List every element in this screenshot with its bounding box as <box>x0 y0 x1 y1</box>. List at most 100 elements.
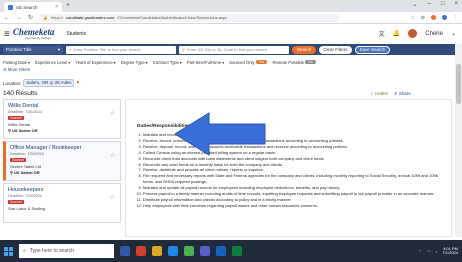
hamburger-menu-icon[interactable]: ≡ <box>4 29 10 40</box>
site-header: ≡ Chemeketa Community College Students 文… <box>0 24 462 44</box>
scrollbar-thumb[interactable] <box>456 64 461 104</box>
new-tab-icon[interactable]: + <box>66 2 70 9</box>
location-filter: Location: Salem, OR ◎ 25 miles × <box>3 79 79 87</box>
keyword-input[interactable]: ⌕ Enter Position Title to find your sear… <box>66 45 176 54</box>
filter-label: Remote Possible <box>272 59 305 65</box>
browser-tab-bar: nib Search × + ⌄ – □ × <box>0 0 462 12</box>
location-label: Location: <box>3 80 22 86</box>
job-title[interactable]: Office Manager / Bookkeeper <box>10 145 116 151</box>
chevron-down-icon[interactable]: ⌄ <box>451 30 456 37</box>
window-controls: ⌄ – □ × <box>412 1 458 8</box>
filter-posting-date[interactable]: Posting Date ▾ <box>3 60 30 65</box>
filter-contract-type[interactable]: Contract Type ▾ <box>153 60 182 65</box>
close-window-icon[interactable]: × <box>454 1 458 8</box>
avatar[interactable] <box>408 29 418 38</box>
reload-icon[interactable]: ↻ <box>28 14 33 21</box>
teams-icon[interactable] <box>200 246 210 256</box>
job-title[interactable]: Willis Dental <box>8 103 116 109</box>
menu-dots-icon[interactable]: ⋮ <box>453 15 458 21</box>
taskbar-search-input[interactable]: ⌕ Type here to search <box>19 244 114 258</box>
network-icon[interactable]: ⌃ <box>419 249 422 254</box>
file-explorer-icon[interactable] <box>152 246 162 256</box>
header-user-area: 文 🔔 Cherie ⌄ <box>379 29 456 38</box>
user-name[interactable]: Cherie <box>425 31 443 37</box>
bookmark-star-icon[interactable]: ☆ <box>410 15 414 21</box>
filter-years-experience[interactable]: Years of Experience ▾ <box>75 60 115 65</box>
taskbar-clock[interactable]: 4:01 PM 7/1/2024 <box>442 246 458 256</box>
clock-date: 7/1/2024 <box>442 250 458 255</box>
job-company: Willis Dental <box>8 122 31 127</box>
forward-icon[interactable]: → <box>16 15 22 21</box>
url-field[interactable]: 🔒 https://candidate.gradleaders.com/Chem… <box>39 13 340 22</box>
location-placeholder: Enter US City or Zip Code to find your s… <box>186 47 268 52</box>
filter-label: Sourced Only <box>229 59 255 65</box>
windows-taskbar: ⌕ Type here to search ⌃ ◠ ♪ 4:01 PM 7/1/… <box>0 240 462 262</box>
results-count: 140 Results <box>3 90 38 97</box>
windows-start-icon[interactable] <box>4 246 13 256</box>
extension-icon[interactable]: ⊕ <box>421 15 425 21</box>
filter-part-full-time[interactable]: Part-time/Full-time ▾ <box>187 60 224 65</box>
chevron-down-icon[interactable]: ⌄ <box>412 1 417 8</box>
search-icon: ⌕ <box>23 248 26 254</box>
search-button[interactable]: Search <box>292 45 317 54</box>
word-icon[interactable] <box>216 246 226 256</box>
share-label: Share <box>398 91 411 96</box>
duty-item: File required and necessary reports with… <box>143 173 446 185</box>
maximize-icon[interactable]: □ <box>441 1 445 8</box>
page-scrollbar[interactable] <box>455 44 462 237</box>
sourced-badge: Sourced <box>8 116 24 120</box>
location-chip[interactable]: Salem, OR ◎ 25 miles <box>23 79 75 87</box>
tab-close-icon[interactable]: × <box>55 4 58 10</box>
sourced-only-toggle[interactable]: Yes <box>255 60 268 64</box>
share-button[interactable]: ⇗ Share <box>394 91 411 97</box>
job-title[interactable]: Housekeepers <box>8 187 116 193</box>
hotlist-button[interactable]: ☆ Hotlist <box>370 91 388 97</box>
chemeketa-logo[interactable]: Chemeketa Community College <box>13 28 55 40</box>
excel-icon[interactable] <box>232 246 242 256</box>
volume-icon[interactable]: ♪ <box>435 249 437 254</box>
job-company: Severe Talent Ltd <box>10 164 42 169</box>
list-item[interactable]: Willis Dental Deadline: 7/26/2024 Source… <box>3 99 121 139</box>
more-filters-link[interactable]: ☰ More Filters <box>3 67 30 72</box>
remove-location-icon[interactable]: × <box>76 80 79 86</box>
job-company: Star Labor & Staffing <box>8 206 46 211</box>
task-view-icon[interactable] <box>120 246 130 256</box>
job-deadline: Deadline: 7/26/2024 <box>10 152 44 156</box>
filter-label: Degree Type <box>120 59 145 65</box>
location-input[interactable]: ⚲ Enter US City or Zip Code to find your… <box>179 45 289 54</box>
translate-icon[interactable]: 文 <box>379 29 385 38</box>
favorite-star-icon[interactable]: ☆ <box>110 110 115 117</box>
save-search-button[interactable]: Save Search <box>354 45 391 54</box>
browser-extensions: ☆ ⊕ ⋮ <box>410 14 458 21</box>
chrome-icon[interactable] <box>184 246 194 256</box>
extension-orange-icon[interactable] <box>431 14 436 20</box>
url-path: /Chemeketa/Candidates/Authenticated/Jobs… <box>117 15 228 20</box>
wifi-icon[interactable]: ◠ <box>427 249 431 254</box>
filter-row: Posting Date ▾ Experience Level ▾ Years of… <box>3 58 459 66</box>
browser-tab[interactable]: nib Search × <box>4 2 62 12</box>
app-icon-red[interactable] <box>136 246 146 256</box>
notification-bell-icon[interactable]: 🔔 <box>393 30 400 37</box>
filter-degree-type[interactable]: Degree Type ▾ <box>121 60 148 65</box>
edge-browser-icon[interactable] <box>168 246 178 256</box>
back-icon[interactable]: ← <box>4 15 10 21</box>
job-deadline: Deadline: 7/26/2024 <box>8 194 42 198</box>
favorite-star-icon[interactable]: ☆ <box>110 152 115 159</box>
list-item[interactable]: Office Manager / Bookkeeper Deadline: 7/… <box>3 141 121 181</box>
url-prefix: https:// <box>51 15 64 20</box>
keyword-placeholder: Enter Position Title to find your search <box>73 47 141 52</box>
sourced-badge: Sourced <box>10 158 26 162</box>
job-location: ⚲ US Salem OR <box>8 128 38 133</box>
remote-possible-toggle[interactable]: No <box>305 60 316 64</box>
minimize-icon[interactable]: – <box>428 1 431 8</box>
profile-icon[interactable] <box>442 14 447 20</box>
search-type-select[interactable]: Position Title ▾ <box>3 45 63 54</box>
taskbar-search-placeholder: Type here to search <box>29 248 75 254</box>
clear-filters-button[interactable]: Clear Filters <box>319 45 352 54</box>
filter-label: Contract Type <box>152 59 179 65</box>
favorite-star-icon[interactable]: ☆ <box>110 194 115 201</box>
sourced-badge: Sourced <box>8 200 24 204</box>
filter-experience-level[interactable]: Experience Level ▾ <box>35 60 70 65</box>
lock-icon: 🔒 <box>43 15 49 20</box>
list-item[interactable]: Housekeepers Deadline: 7/26/2024 Sourced… <box>3 183 121 223</box>
